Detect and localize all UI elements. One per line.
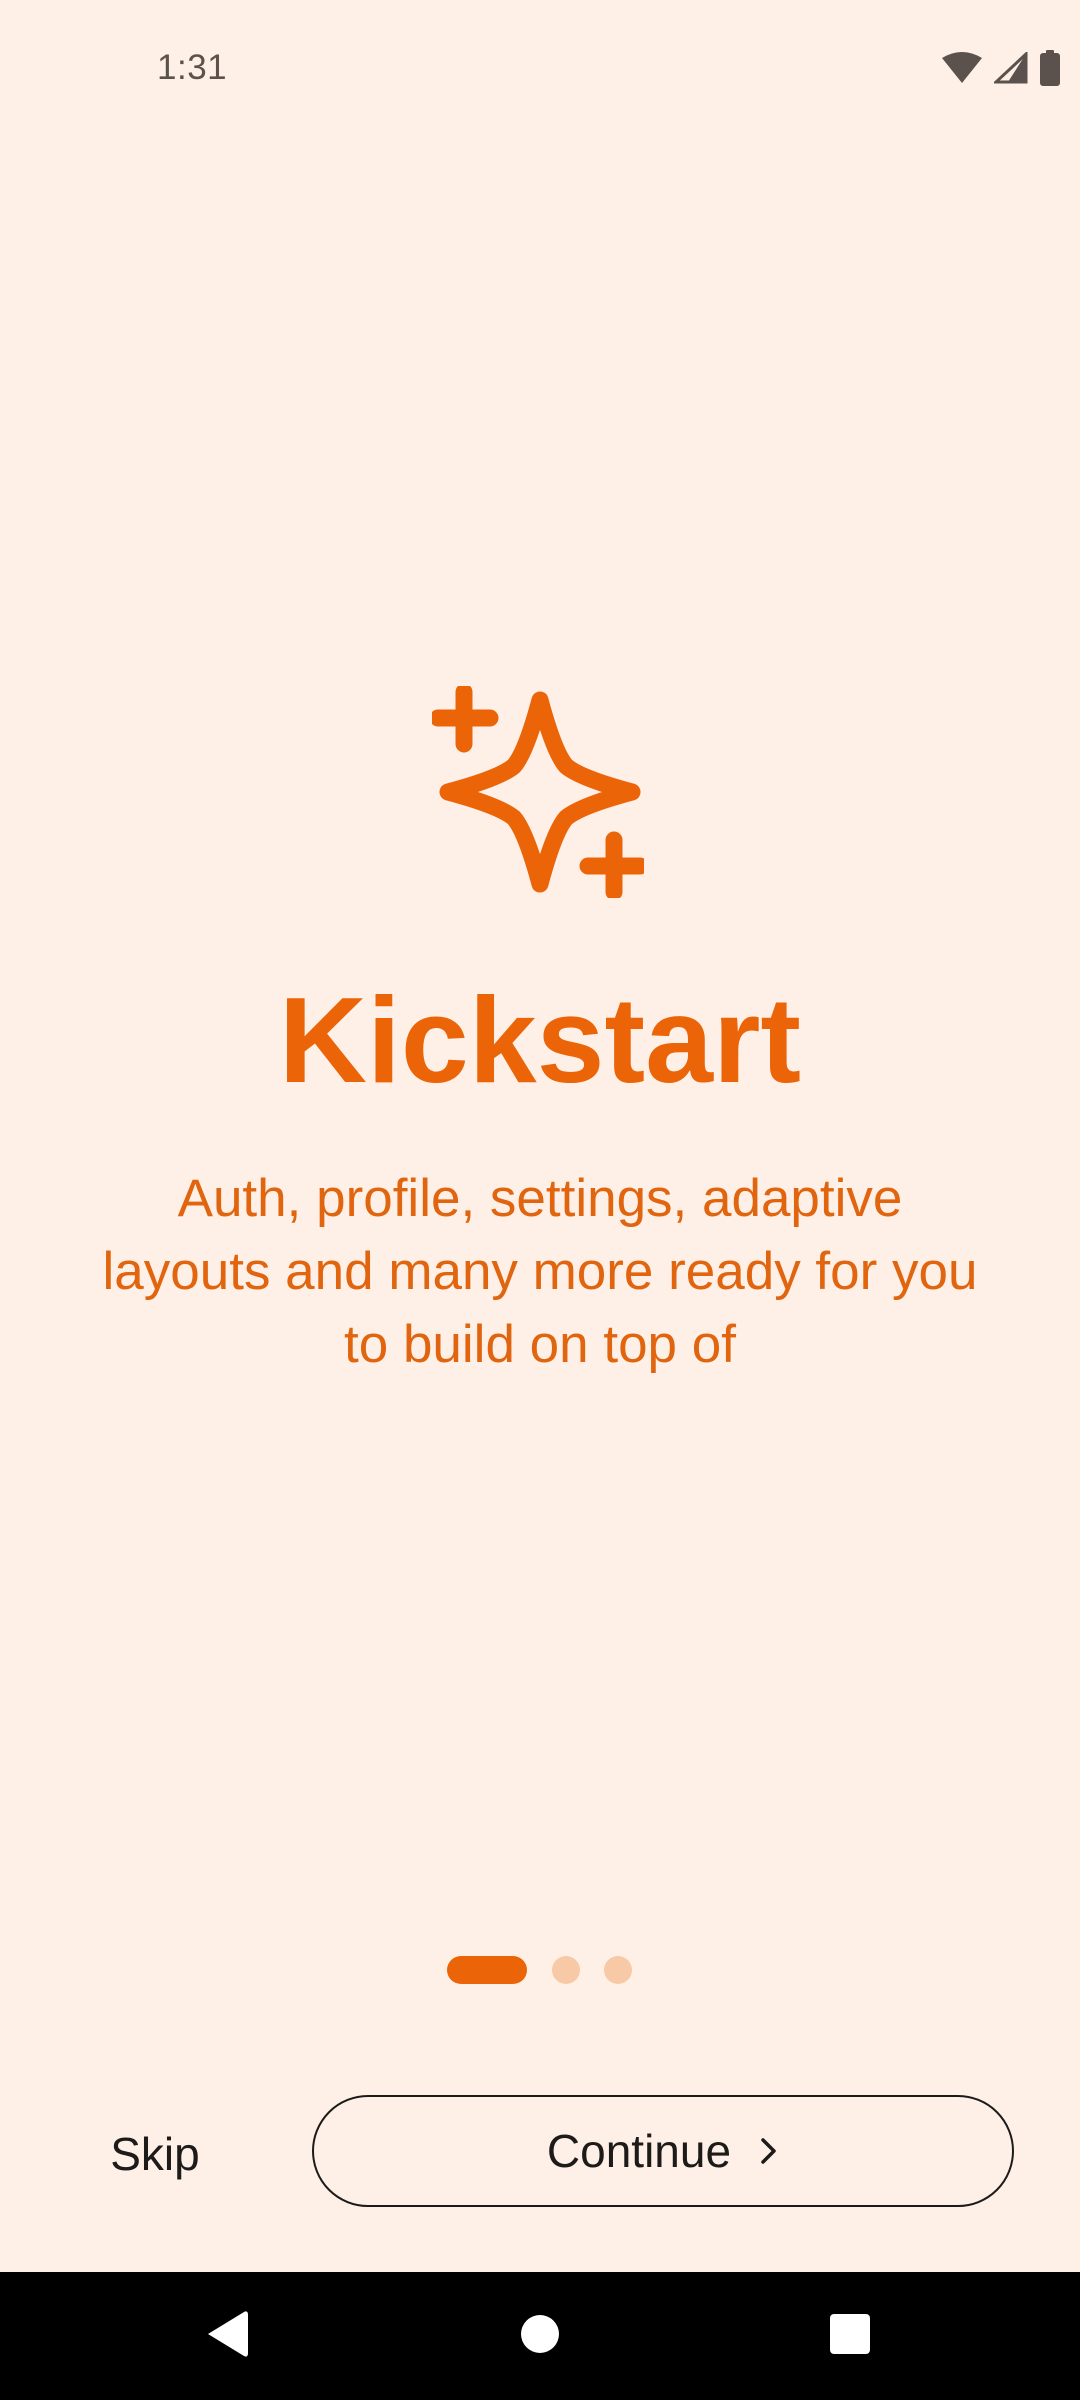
status-icons [942, 48, 1060, 88]
sparkles-icon [429, 683, 649, 901]
recents-icon [829, 2313, 871, 2360]
onboarding-subtitle: Auth, profile, settings, adaptive layout… [102, 1169, 978, 1374]
continue-button[interactable]: Continue [312, 2095, 1014, 2207]
page-indicator-dot [552, 1956, 580, 1984]
back-button[interactable] [162, 2272, 290, 2400]
chevron-right-icon [759, 2136, 779, 2166]
navigation-bar [0, 2272, 1080, 2400]
page-indicator-dot-active [447, 1956, 527, 1984]
status-time: 1:31 [157, 48, 228, 87]
page-indicator-dot [604, 1956, 632, 1984]
home-icon [520, 2314, 560, 2359]
recents-button[interactable] [786, 2272, 914, 2400]
continue-label: Continue [546, 2125, 732, 2177]
page-indicator [0, 1956, 1080, 1984]
back-icon [202, 2308, 250, 2365]
wifi-icon [942, 52, 982, 84]
home-button[interactable] [476, 2272, 604, 2400]
cellular-signal-icon [994, 52, 1028, 84]
status-bar: 1:31 [0, 0, 1080, 136]
battery-icon [1040, 50, 1060, 86]
skip-button[interactable]: Skip [80, 2110, 230, 2198]
onboarding-title: Kickstart [278, 972, 802, 1108]
